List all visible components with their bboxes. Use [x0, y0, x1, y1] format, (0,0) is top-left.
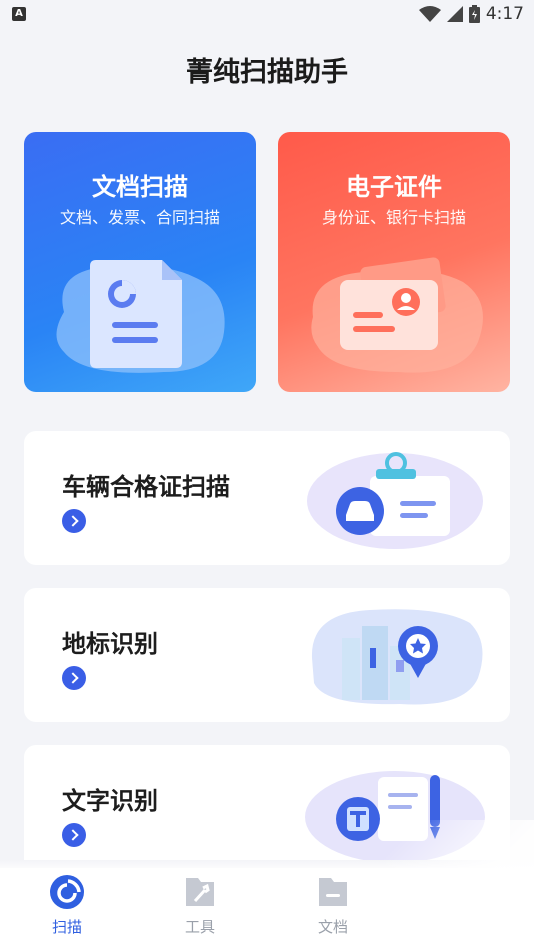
document-scan-subtitle: 文档、发票、合同扫描 — [59, 208, 220, 227]
electronic-id-subtitle: 身份证、银行卡扫描 — [321, 208, 466, 227]
folder-icon — [319, 878, 347, 906]
tab-tools[interactable]: 工具 — [160, 874, 240, 937]
signal-icon — [446, 6, 463, 22]
chevron-right-icon[interactable] — [62, 823, 86, 847]
electronic-id-title: 电子证件 — [346, 173, 442, 201]
text-recognition-card[interactable]: 文字识别 — [24, 745, 510, 879]
text-recognition-title: 文字识别 — [62, 787, 158, 815]
app-title: 菁纯扫描助手 — [186, 57, 348, 88]
vehicle-certificate-scan-card[interactable]: 车辆合格证扫描 — [24, 431, 510, 565]
document-icon — [56, 260, 225, 373]
tab-scan-label: 扫描 — [51, 918, 82, 936]
notification-indicator-icon: A — [12, 7, 26, 21]
id-card-icon — [311, 257, 483, 373]
battery-icon — [468, 5, 480, 23]
tab-tools-label: 工具 — [184, 918, 215, 936]
document-scan-card[interactable]: 文档扫描 文档、发票、合同扫描 — [24, 132, 256, 392]
status-icons: 4:17 — [418, 4, 524, 24]
text-recognition-icon — [305, 771, 485, 863]
status-time: 4:17 — [485, 4, 524, 24]
chevron-right-icon[interactable] — [62, 509, 86, 533]
status-bar: A 4:17 — [0, 0, 534, 28]
tools-icon — [186, 878, 214, 906]
document-scan-title: 文档扫描 — [92, 173, 188, 201]
wifi-icon — [418, 6, 441, 22]
car-certificate-icon — [307, 452, 483, 549]
bottom-tab-bar: 扫描 工具 文档 — [0, 868, 534, 950]
landmark-recognition-title: 地标识别 — [62, 630, 158, 658]
chevron-right-icon[interactable] — [62, 666, 86, 690]
electronic-id-card[interactable]: 电子证件 身份证、银行卡扫描 — [278, 132, 510, 392]
tab-scan[interactable]: 扫描 — [27, 874, 107, 937]
tab-documents[interactable]: 文档 — [293, 874, 373, 937]
scan-icon — [50, 875, 84, 909]
landmark-recognition-card[interactable]: 地标识别 — [24, 588, 510, 722]
landmark-icon — [311, 609, 483, 705]
tab-documents-label: 文档 — [317, 918, 348, 936]
vehicle-certificate-title: 车辆合格证扫描 — [62, 473, 230, 501]
